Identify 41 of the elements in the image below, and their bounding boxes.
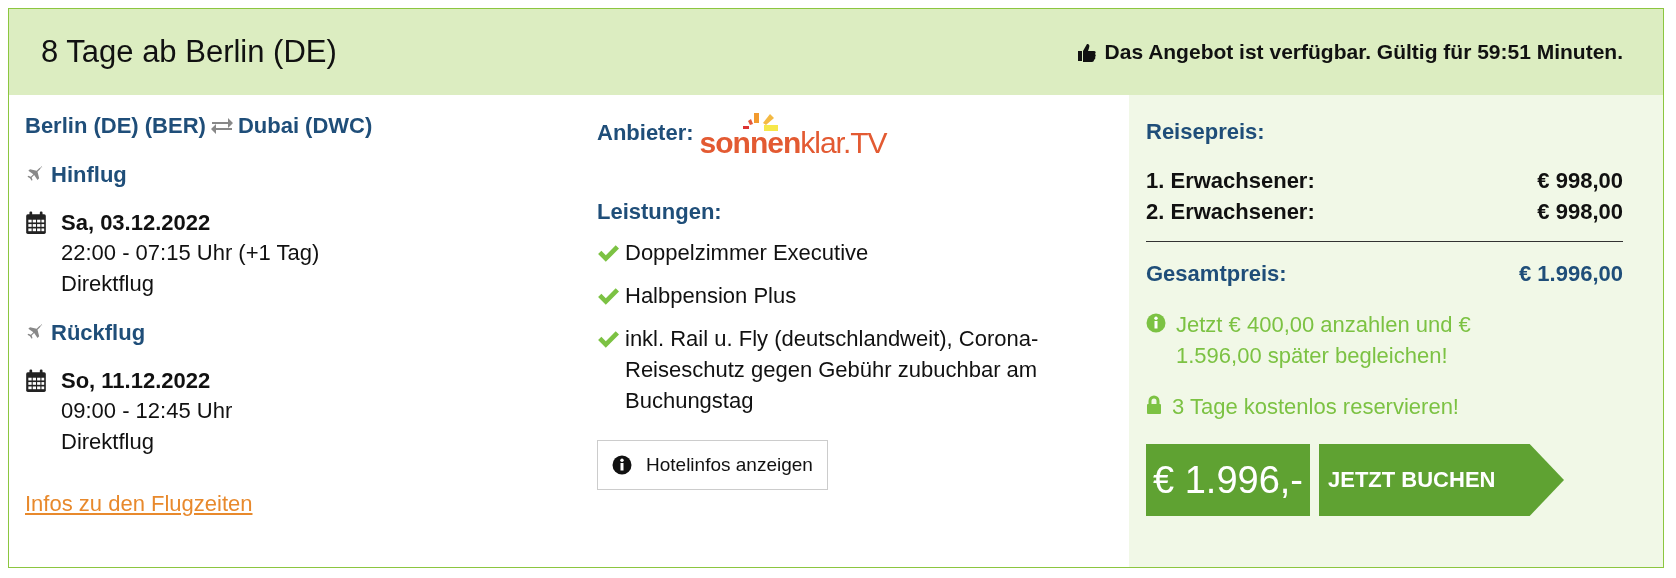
check-icon [597,287,619,305]
calendar-icon [25,369,47,393]
origin-text: Berlin (DE) (BER) [25,113,206,139]
check-icon [597,244,619,262]
services-heading: Leistungen: [597,199,723,225]
exchange-arrows-icon [209,116,234,136]
destination-text: Dubai (DWC) [237,113,373,139]
flight-date: Sa, 03.12.2022 [61,210,211,236]
flight-type: Direktflug [60,270,155,298]
offer-title: 8 Tage ab Berlin (DE) [41,34,337,70]
book-now-button[interactable]: JETZT BUCHEN [1319,444,1564,516]
flight-type: Direktflug [60,428,155,456]
provider-label: Anbieter: [597,120,694,146]
leg-label: Hinflug [51,162,127,188]
traveler-price: € 998,00 [1537,198,1623,226]
price-tag: € 1.996,- [1146,444,1310,516]
info-icon [1146,313,1166,333]
service-item: Halbpension Plus [625,282,798,310]
calendar-icon [25,211,47,235]
flight-times: 09:00 - 12:45 Uhr [60,397,234,425]
flight-times: 22:00 - 07:15 Uhr (+1 Tag) [60,239,321,267]
availability-text: Das Angebot ist verfügbar. Gültig für 59:51 Minuten. [1104,40,1623,64]
traveler-label: 2. Erwachsener: [1146,198,1315,226]
deposit-note: Jetzt € 400,00 anzahlen und € 1.596,00 später begleichen! [1176,311,1472,370]
reserve-note: 3 Tage kostenlos reservieren! [1172,393,1460,421]
total-price: € 1.996,00 [1519,260,1623,288]
hotel-info-button[interactable]: Hotelinfos anzeigen [597,440,828,490]
service-item: inkl. Rail u. Fly (deutschlandweit), Corona-Reiseschutz gegen Gebühr zubuchbar am Buchungstag [625,325,1040,415]
provider-logo: sonnenklar.TV [699,129,887,157]
info-icon [612,455,632,475]
service-item: Doppelzimmer Executive [625,239,870,267]
flight-times-link[interactable]: Infos zu den Flugzeiten [25,491,253,517]
leg-label: Rückflug [51,320,146,346]
traveler-price: € 998,00 [1537,167,1623,195]
flight-date: So, 11.12.2022 [61,368,211,394]
traveler-label: 1. Erwachsener: [1146,167,1315,195]
total-label: Gesamtpreis: [1146,260,1287,288]
thumbs-up-icon [1076,42,1097,62]
check-icon [597,330,619,348]
price-heading: Reisepreis: [1146,119,1266,145]
lock-icon [1146,395,1162,415]
